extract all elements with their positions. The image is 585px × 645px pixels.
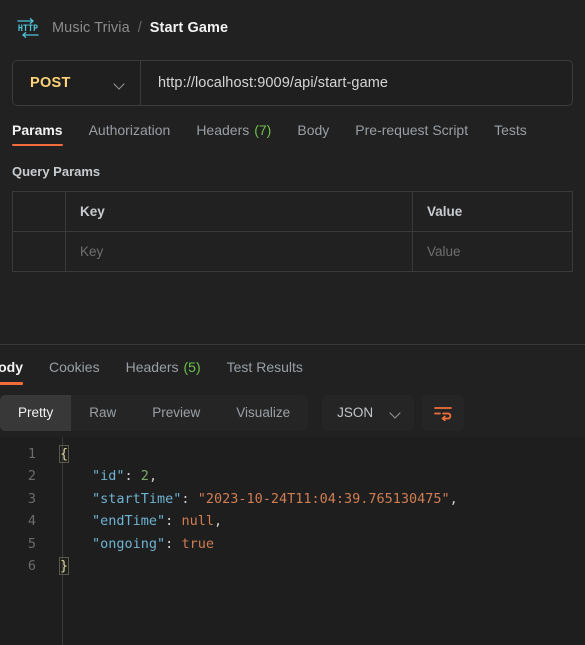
tab-count-badge: (7) — [254, 122, 272, 138]
svg-text:HTTP: HTTP — [18, 23, 38, 33]
url-bar-row: POST http://localhost:9009/api/start-gam… — [0, 56, 585, 110]
code-line: 3 "startTime": "2023-10-24T11:04:39.76513… — [0, 488, 585, 511]
row-value-input[interactable]: Value — [412, 231, 573, 272]
http-protocol-icon: HTTP — [16, 16, 40, 40]
tab-label: Test Results — [226, 358, 303, 375]
breadcrumb: HTTP Music Trivia / Start Game — [0, 0, 585, 56]
request-tab-params[interactable]: Params — [12, 110, 63, 150]
response-tab-headers[interactable]: Headers (5) — [126, 345, 201, 389]
method-label: POST — [30, 75, 71, 91]
row-key-input[interactable]: Key — [65, 231, 413, 272]
column-header-check — [12, 191, 66, 232]
breadcrumb-separator: / — [137, 20, 142, 36]
method-selector[interactable]: POST — [13, 61, 141, 105]
request-tab-authorization[interactable]: Authorization — [89, 110, 171, 150]
view-mode-visualize[interactable]: Visualize — [218, 395, 308, 431]
line-number: 6 — [27, 558, 36, 574]
view-mode-raw[interactable]: Raw — [71, 395, 134, 431]
response-tab-bar: Body Cookies Headers(5) Test Results — [0, 345, 585, 389]
line-number: 5 — [27, 535, 36, 552]
code-text: } — [48, 555, 70, 578]
url-input[interactable]: http://localhost:9009/api/start-game — [141, 61, 572, 105]
code-text: "startTime": "2023-10-24T11:04:39.765130… — [48, 488, 458, 511]
token-bool: true — [181, 535, 214, 552]
postman-request-window: HTTP Music Trivia / Start Game POST http… — [0, 0, 585, 645]
token-punct: : — [181, 490, 190, 507]
code-line: 1{ — [0, 443, 585, 466]
token-key: "id" — [92, 468, 125, 484]
request-tab-pre-request-script[interactable]: Pre-request Script — [355, 110, 468, 150]
response-tab-cookies[interactable]: Cookies — [49, 345, 100, 389]
code-text: "endTime": null, — [48, 510, 222, 533]
line-number: 2 — [27, 468, 36, 484]
token-str: "2023-10-24T11:04:39.765130475" — [197, 490, 450, 507]
table-header-row: Key Value — [12, 191, 573, 232]
line-number: 4 — [27, 513, 36, 529]
response-tab-test-results[interactable]: Test Results — [227, 345, 303, 389]
column-header-key: Key — [65, 191, 413, 232]
token-null: null — [181, 513, 214, 529]
code-line: 2 "id": 2, — [0, 465, 585, 488]
token-key: "startTime" — [92, 490, 182, 507]
breadcrumb-parent[interactable]: Music Trivia — [52, 20, 130, 36]
code-text: "id": 2, — [48, 465, 157, 488]
tab-label: Params — [12, 122, 63, 138]
view-mode-preview[interactable]: Preview — [134, 395, 218, 431]
query-params-section: Query Params Key Value Key Value — [0, 150, 585, 340]
word-wrap-icon — [434, 406, 452, 421]
tab-label: Headers — [125, 358, 179, 375]
language-label: JSON — [337, 405, 374, 420]
tab-count-badge: (5) — [183, 358, 201, 375]
token-key: "endTime" — [92, 513, 166, 529]
token-punct: , — [148, 468, 158, 484]
tab-label: Body — [297, 122, 330, 138]
line-number: 1 — [27, 445, 36, 462]
table-row: Key Value — [12, 231, 573, 272]
tab-label: Body — [0, 358, 23, 375]
token-punct: : — [124, 468, 133, 484]
code-line: 6} — [0, 555, 585, 578]
request-tab-body[interactable]: Body — [297, 110, 329, 150]
token-punct: , — [213, 513, 223, 529]
tab-label: Tests — [494, 122, 527, 138]
tab-label: Authorization — [88, 122, 171, 138]
response-tab-body[interactable]: Body — [0, 345, 23, 389]
tab-label: Pre-request Script — [355, 122, 469, 138]
tab-label: Headers — [196, 122, 250, 138]
response-body-viewer[interactable]: 1{2 "id": 2, 3 "startTime": "2023-10-24T11:… — [0, 436, 585, 645]
chevron-down-icon — [114, 80, 126, 87]
token-key: "ongoing" — [92, 535, 166, 552]
request-tab-headers[interactable]: Headers (7) — [196, 110, 271, 150]
url-bar: POST http://localhost:9009/api/start-gam… — [12, 60, 573, 106]
line-number: 3 — [27, 490, 36, 507]
tab-label: Cookies — [49, 358, 100, 375]
word-wrap-button[interactable] — [422, 394, 465, 431]
code-line: 5 "ongoing": true — [0, 533, 585, 556]
token-brace: } — [58, 557, 70, 575]
code-text: "ongoing": true — [48, 533, 214, 556]
language-selector[interactable]: JSON — [322, 394, 415, 431]
breadcrumb-current: Start Game — [149, 20, 229, 36]
url-value: http://localhost:9009/api/start-game — [158, 75, 389, 91]
token-punct: , — [449, 490, 458, 507]
view-mode-group: Pretty Raw Preview Visualize — [0, 394, 309, 431]
code-text: { — [48, 443, 70, 466]
row-checkbox-cell[interactable] — [12, 231, 66, 272]
token-brace: { — [58, 444, 70, 463]
request-tab-tests[interactable]: Tests — [494, 110, 527, 150]
query-params-table: Key Value Key Value — [12, 191, 573, 272]
format-toolbar: Pretty Raw Preview Visualize JSON — [0, 389, 585, 437]
code-line: 4 "endTime": null, — [0, 510, 585, 533]
query-params-title: Query Params — [12, 164, 101, 179]
request-tab-bar: Params Authorization Headers (7) Body Pre-req… — [0, 110, 585, 150]
chevron-down-icon — [390, 409, 402, 416]
token-num: 2 — [140, 468, 149, 484]
view-mode-pretty[interactable]: Pretty — [0, 394, 72, 431]
column-header-value: Value — [412, 191, 573, 232]
